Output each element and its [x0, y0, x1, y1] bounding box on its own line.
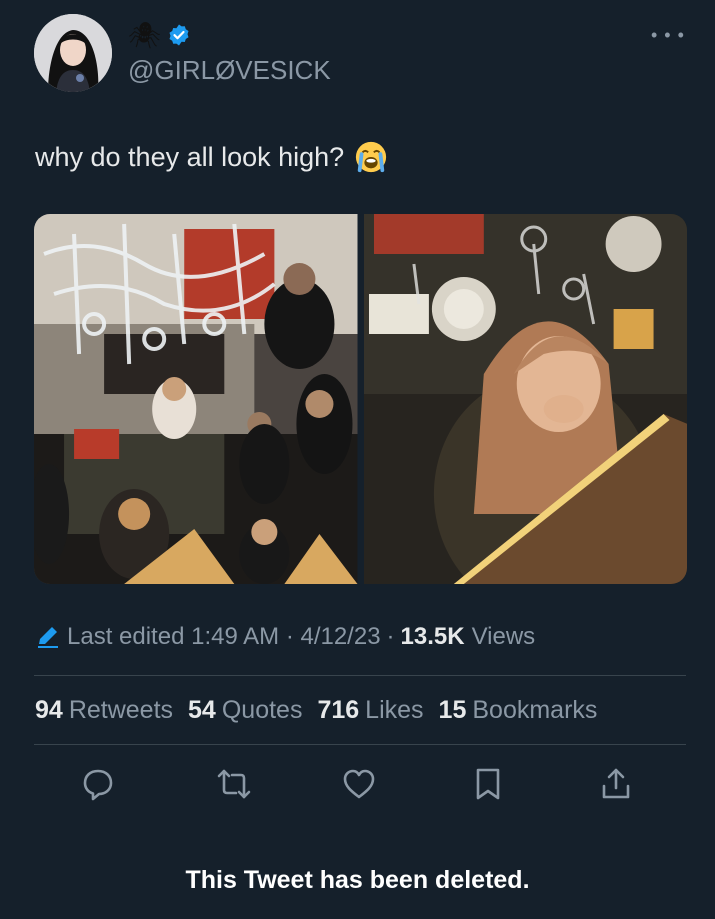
verified-badge-icon — [169, 24, 189, 46]
author-name-row[interactable]: 🕷 — [128, 20, 191, 50]
edited-timestamp[interactable]: Last edited 1:49 AM · 4/12/23 — [67, 623, 381, 651]
views-count: 13.5K — [400, 623, 465, 650]
photo-right-image — [363, 214, 687, 584]
quotes-stat[interactable]: 54 Quotes — [188, 696, 302, 725]
divider — [34, 675, 686, 676]
tweet-meta: Last edited 1:49 AM · 4/12/23 · 13.5K Vi… — [35, 623, 535, 651]
views-label: Views — [471, 623, 536, 650]
retweet-icon[interactable] — [216, 766, 252, 802]
avatar-image — [34, 14, 112, 92]
photo-left-image — [34, 214, 358, 584]
deleted-notice: This Tweet has been deleted. — [185, 866, 530, 894]
like-icon[interactable] — [341, 766, 377, 802]
more-options-icon[interactable]: • • • — [651, 26, 685, 44]
bookmark-icon[interactable] — [470, 766, 506, 802]
action-bar — [0, 766, 715, 802]
photo-right[interactable] — [363, 214, 687, 584]
share-icon[interactable] — [598, 766, 634, 802]
loudly-crying-face-icon — [356, 141, 387, 173]
divider — [34, 744, 686, 745]
spider-emoji: 🕷 — [128, 20, 162, 50]
tweet-media[interactable] — [34, 214, 687, 584]
bookmarks-stat[interactable]: 15 Bookmarks — [439, 696, 598, 725]
tweet-stats: 94 Retweets 54 Quotes 716 Likes 15 Bookmarks — [35, 696, 597, 725]
avatar[interactable] — [34, 14, 112, 92]
tweet-text-row: why do they all look high? — [35, 140, 388, 174]
author-handle[interactable]: @GIRLØVESICK — [128, 55, 331, 86]
tweet-text: why do they all look high? — [35, 141, 345, 172]
reply-icon[interactable] — [80, 766, 116, 802]
retweets-stat[interactable]: 94 Retweets — [35, 696, 173, 725]
edit-pencil-icon — [38, 627, 58, 648]
photo-left[interactable] — [34, 214, 358, 584]
likes-stat[interactable]: 716 Likes — [317, 696, 423, 725]
